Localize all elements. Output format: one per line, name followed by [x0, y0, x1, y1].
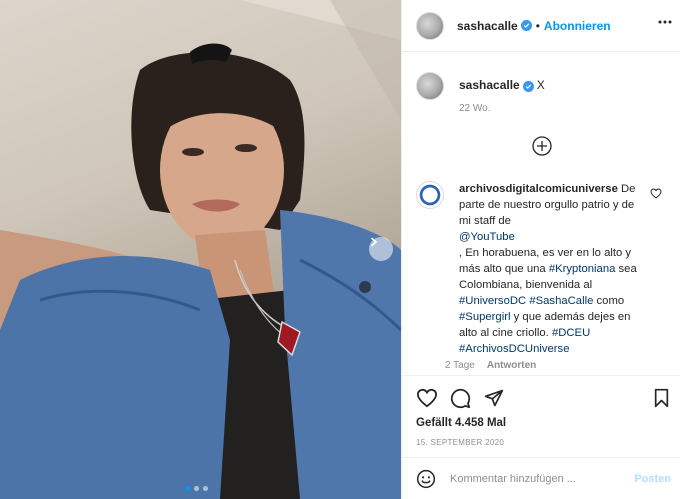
author-username[interactable]: sashacalle: [457, 19, 518, 33]
post-caption: sashacalle X: [416, 72, 545, 100]
carousel-dot: [194, 486, 199, 491]
hashtag-link[interactable]: #DCEU: [552, 327, 590, 339]
plus-circle-icon[interactable]: [532, 136, 552, 156]
comment-bubble-icon[interactable]: [450, 388, 471, 409]
hashtag-link[interactable]: #UniversoDC: [459, 295, 526, 307]
author-avatar[interactable]: [416, 11, 444, 40]
comments-section: sashacalle X 22 Wo. archivosdigitalcomicu…: [402, 52, 680, 374]
comment-timestamp: 2 Tage: [445, 360, 475, 371]
like-count[interactable]: Gefällt 4.458 Mal: [416, 417, 506, 429]
post-date[interactable]: 15. SEPTEMBER 2020: [416, 438, 504, 447]
post-comment-button[interactable]: Posten: [634, 473, 671, 485]
next-photo-button[interactable]: [369, 237, 393, 261]
post-actions: Gefällt 4.458 Mal 15. SEPTEMBER 2020: [402, 375, 680, 457]
verified-badge-icon: [522, 81, 534, 92]
commenter-avatar[interactable]: [416, 181, 444, 209]
heart-icon[interactable]: [416, 388, 438, 408]
carousel-dot: [185, 486, 190, 491]
more-options-icon[interactable]: [658, 20, 672, 24]
comment-meta: 2 Tage Antworten: [445, 360, 536, 371]
smiley-icon[interactable]: [416, 469, 436, 489]
post-header: sashacalle • Abonnieren: [402, 0, 680, 52]
portrait-illustration: [0, 0, 401, 499]
caption-text: X: [536, 78, 545, 92]
post-side-panel: sashacalle • Abonnieren sashacalle X 22 W…: [401, 0, 680, 499]
bookmark-icon[interactable]: [653, 388, 670, 408]
caption-timestamp: 22 Wo.: [459, 103, 491, 114]
reply-button[interactable]: Antworten: [487, 360, 536, 371]
comment-item: archivosdigitalcomicuniverse De parte de…: [416, 181, 676, 357]
mention-link[interactable]: @YouTube: [459, 231, 515, 243]
verified-badge-icon: [520, 20, 532, 31]
hashtag-link[interactable]: #ArchivosDCUniverse: [459, 343, 570, 355]
comment-input[interactable]: [450, 472, 620, 485]
comment-text: archivosdigitalcomicuniverse De parte de…: [459, 181, 639, 357]
comment-composer: Posten: [402, 457, 680, 499]
hashtag-link[interactable]: #SashaCalle: [529, 295, 593, 307]
hashtag-link[interactable]: #Supergirl: [459, 311, 511, 323]
header-separator: •: [535, 18, 540, 33]
paper-plane-icon[interactable]: [484, 388, 504, 408]
caption-avatar[interactable]: [416, 72, 444, 100]
carousel-dot: [203, 486, 208, 491]
comment-text-part: como: [596, 295, 625, 307]
hashtag-link[interactable]: #Kryptoniana: [549, 263, 616, 275]
caption-username[interactable]: sashacalle: [459, 78, 520, 92]
carousel-indicator: [185, 486, 208, 491]
heart-icon[interactable]: [650, 188, 662, 199]
commenter-username[interactable]: archivosdigitalcomicuniverse: [459, 183, 618, 195]
chevron-right-icon: [371, 237, 378, 247]
post-photo: [0, 0, 401, 499]
follow-button[interactable]: Abonnieren: [544, 19, 611, 33]
